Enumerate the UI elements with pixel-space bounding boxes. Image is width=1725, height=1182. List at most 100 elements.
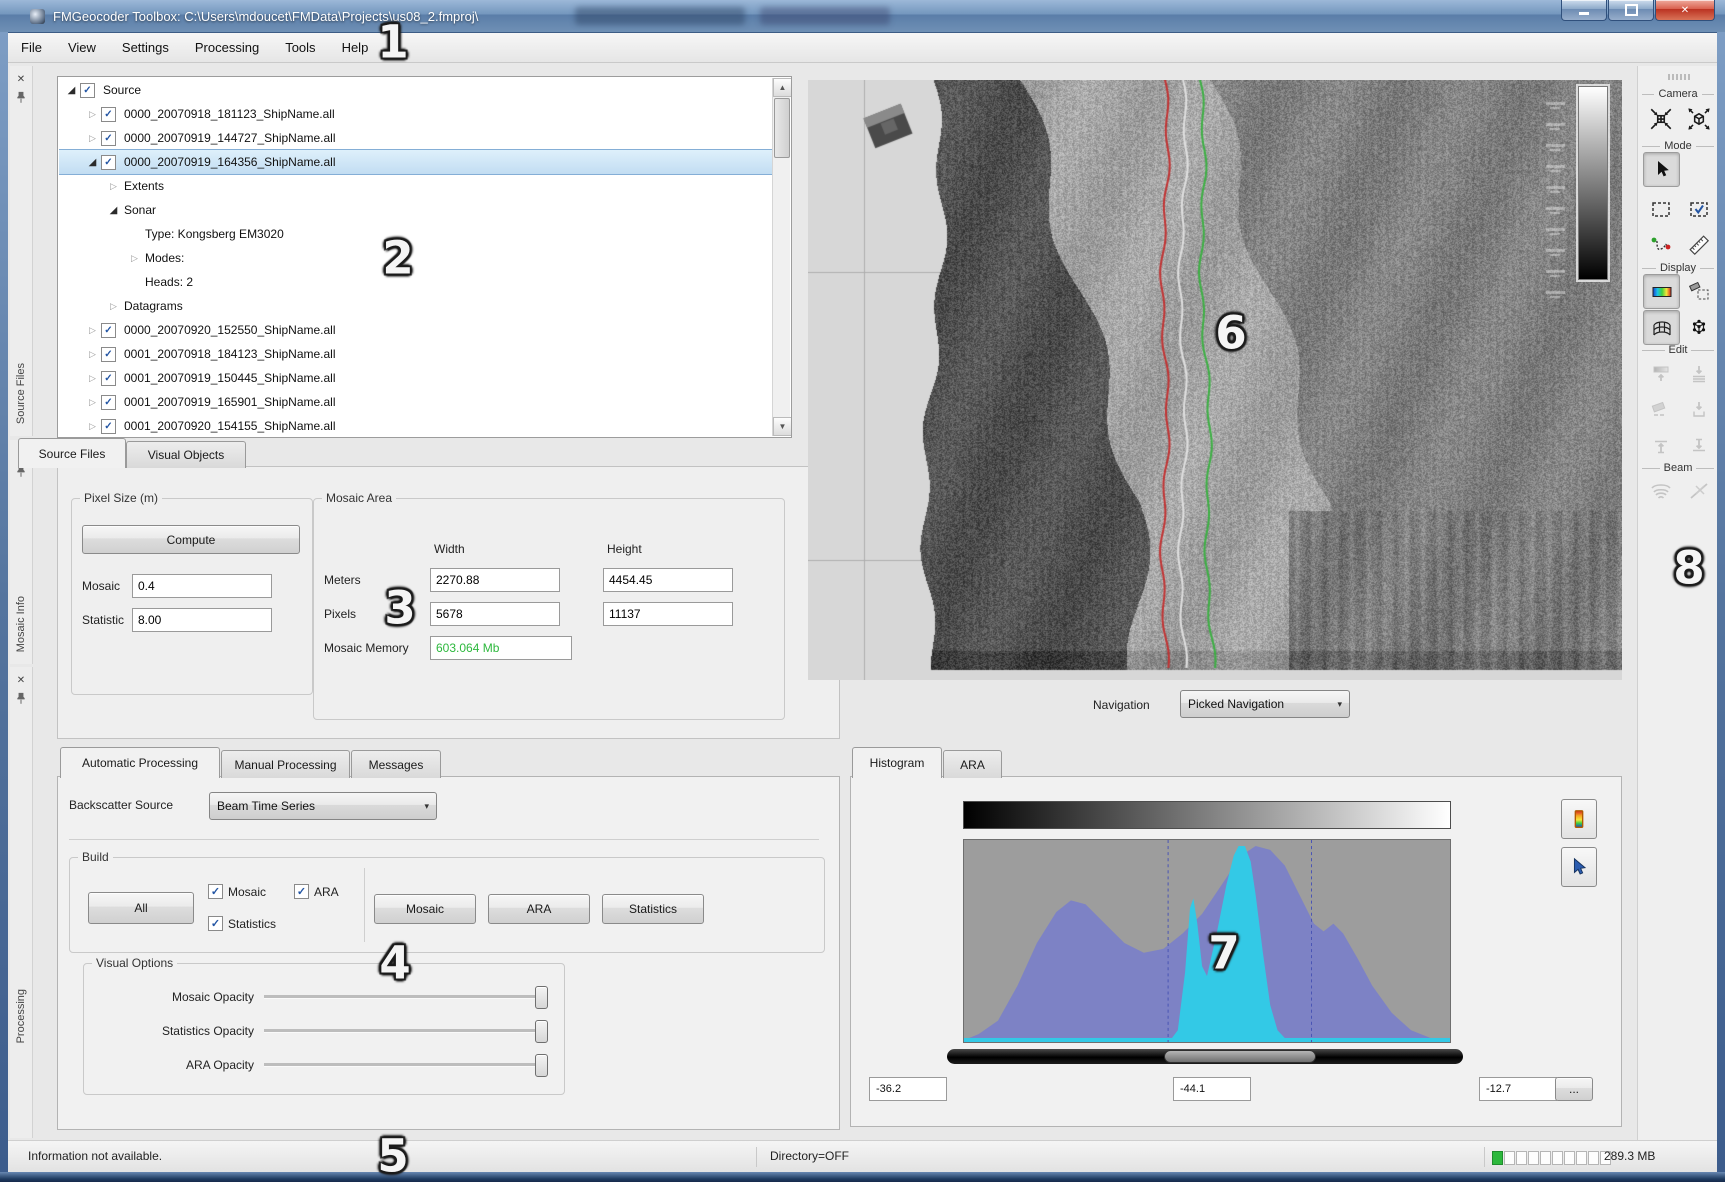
expander-icon[interactable]: ◢ [63, 85, 80, 96]
range-more-button[interactable]: ... [1555, 1077, 1593, 1101]
tree-row[interactable]: ◢✓0000_20070919_164356_ShipName.all [59, 150, 773, 174]
meters-height-input[interactable]: 4454.45 [603, 568, 733, 592]
histogram-plot[interactable] [963, 839, 1451, 1043]
build-all-button[interactable]: All [88, 892, 194, 924]
checked-checkbox-icon[interactable]: ✓ [101, 155, 116, 170]
tree-row[interactable]: Type: Kongsberg EM3020 [59, 222, 773, 246]
slider-thumb[interactable] [535, 986, 548, 1009]
tree-row[interactable]: ◢✓Source [59, 78, 773, 102]
mesh-surface-button[interactable] [1643, 310, 1680, 345]
tree-scrollbar[interactable]: ▲ ▼ [772, 78, 790, 436]
minimize-button[interactable] [1561, 0, 1607, 21]
compute-button[interactable]: Compute [82, 525, 300, 554]
toolbar-grip[interactable] [1668, 74, 1690, 80]
rect-select-check-button[interactable] [1681, 192, 1716, 225]
statistics-checkbox[interactable]: ✓Statistics [208, 916, 276, 931]
erase-area-button[interactable] [1681, 274, 1716, 307]
tree-row[interactable]: ▷✓0001_20070920_154155_ShipName.all [59, 414, 773, 436]
ara-opacity-slider[interactable] [264, 1063, 544, 1067]
checked-checkbox-icon[interactable]: ✓ [80, 83, 95, 98]
expander-icon[interactable]: ▷ [84, 109, 101, 120]
tab-ara[interactable]: ARA [943, 750, 1002, 778]
pin-icon[interactable] [16, 91, 26, 104]
scrollbar-thumb[interactable] [774, 98, 790, 158]
tree-row[interactable]: ▷Datagrams [59, 294, 773, 318]
mosaic-checkbox[interactable]: ✓Mosaic [208, 884, 266, 899]
expander-icon[interactable]: ▷ [84, 421, 101, 432]
navigation-combo[interactable]: Picked Navigation▾ [1180, 690, 1350, 718]
histogram-pick-button[interactable] [1561, 847, 1597, 887]
fit-extents-button[interactable] [1681, 102, 1716, 135]
range-slider[interactable] [947, 1049, 1463, 1064]
menu-settings[interactable]: Settings [109, 40, 182, 55]
tree-row[interactable]: ▷✓0001_20070919_150445_ShipName.all [59, 366, 773, 390]
checked-checkbox-icon[interactable]: ✓ [101, 371, 116, 386]
tab-manual-processing[interactable]: Manual Processing [221, 750, 350, 778]
expander-icon[interactable]: ▷ [84, 133, 101, 144]
range-min-input[interactable]: -36.2 [869, 1077, 947, 1101]
expander-icon[interactable]: ▷ [126, 253, 143, 264]
colormap-button[interactable] [1561, 799, 1597, 839]
close-panel-icon[interactable]: ✕ [17, 675, 25, 686]
tab-histogram[interactable]: Histogram [852, 747, 942, 778]
expander-icon[interactable]: ▷ [84, 373, 101, 384]
checked-checkbox-icon[interactable]: ✓ [101, 131, 116, 146]
build-ara-button[interactable]: ARA [488, 894, 590, 924]
checked-checkbox-icon[interactable]: ✓ [101, 323, 116, 338]
tree-row[interactable]: ▷Modes: [59, 246, 773, 270]
tree-row[interactable]: ▷✓0001_20070919_165901_ShipName.all [59, 390, 773, 414]
scroll-down-icon[interactable]: ▼ [773, 417, 792, 436]
select-mode-button[interactable] [1643, 152, 1680, 187]
tab-visual-objects[interactable]: Visual Objects [126, 441, 246, 468]
expander-icon[interactable]: ▷ [84, 325, 101, 336]
mosaic-opacity-slider[interactable] [264, 995, 544, 999]
close-button[interactable]: ✕ [1655, 0, 1715, 21]
pixels-width-input[interactable]: 5678 [430, 602, 560, 626]
menu-view[interactable]: View [55, 40, 109, 55]
build-statistics-button[interactable]: Statistics [602, 894, 704, 924]
close-panel-icon[interactable]: ✕ [17, 74, 25, 85]
expander-icon[interactable]: ▷ [105, 181, 122, 192]
menu-help[interactable]: Help [329, 40, 382, 55]
meters-width-input[interactable]: 2270.88 [430, 568, 560, 592]
pixels-height-input[interactable]: 11137 [603, 602, 733, 626]
dock-label-processing[interactable]: Processing [15, 989, 27, 1043]
expander-icon[interactable]: ◢ [84, 157, 101, 168]
colormap-display-button[interactable] [1643, 274, 1680, 309]
checked-checkbox-icon[interactable]: ✓ [101, 419, 116, 434]
expander-icon[interactable]: ◢ [105, 205, 122, 216]
tree-row[interactable]: ▷✓0000_20070920_152550_ShipName.all [59, 318, 773, 342]
tree-row[interactable]: ◢Sonar [59, 198, 773, 222]
menu-file[interactable]: File [8, 40, 55, 55]
checked-checkbox-icon[interactable]: ✓ [101, 347, 116, 362]
checked-checkbox-icon[interactable]: ✓ [101, 107, 116, 122]
rect-select-button[interactable] [1643, 192, 1678, 225]
dock-label-mosaic-info[interactable]: Mosaic Info [15, 596, 27, 652]
expander-icon[interactable]: ▷ [84, 349, 101, 360]
menu-processing[interactable]: Processing [182, 40, 272, 55]
build-mosaic-button[interactable]: Mosaic [374, 894, 476, 924]
ara-checkbox[interactable]: ✓ARA [294, 884, 339, 899]
range-max-input[interactable]: -12.7 [1479, 1077, 1557, 1101]
maximize-button[interactable] [1608, 0, 1654, 21]
backscatter-source-combo[interactable]: Beam Time Series▾ [209, 792, 437, 820]
fit-view-button[interactable] [1643, 102, 1678, 135]
tab-source-files[interactable]: Source Files [18, 438, 126, 468]
tree-row[interactable]: ▷✓0001_20070918_184123_ShipName.all [59, 342, 773, 366]
pin-icon[interactable] [16, 692, 26, 705]
expander-icon[interactable]: ▷ [84, 397, 101, 408]
slider-thumb[interactable] [535, 1020, 548, 1043]
mosaic-pixel-input[interactable]: 0.4 [132, 574, 272, 598]
range-slider-selection[interactable] [1164, 1050, 1316, 1063]
tab-messages[interactable]: Messages [351, 750, 441, 778]
tree-row[interactable]: Heads: 2 [59, 270, 773, 294]
expander-icon[interactable]: ▷ [105, 301, 122, 312]
range-mid-input[interactable]: -44.1 [1173, 1077, 1251, 1101]
tree-row[interactable]: ▷Extents [59, 174, 773, 198]
statistic-pixel-input[interactable]: 8.00 [132, 608, 272, 632]
wireframe-cube-button[interactable] [1681, 310, 1716, 343]
tab-automatic-processing[interactable]: Automatic Processing [60, 747, 220, 778]
dock-label-source-files[interactable]: Source Files [15, 363, 27, 424]
sonar-mosaic-map[interactable] [808, 80, 1622, 680]
scroll-up-icon[interactable]: ▲ [773, 78, 792, 97]
